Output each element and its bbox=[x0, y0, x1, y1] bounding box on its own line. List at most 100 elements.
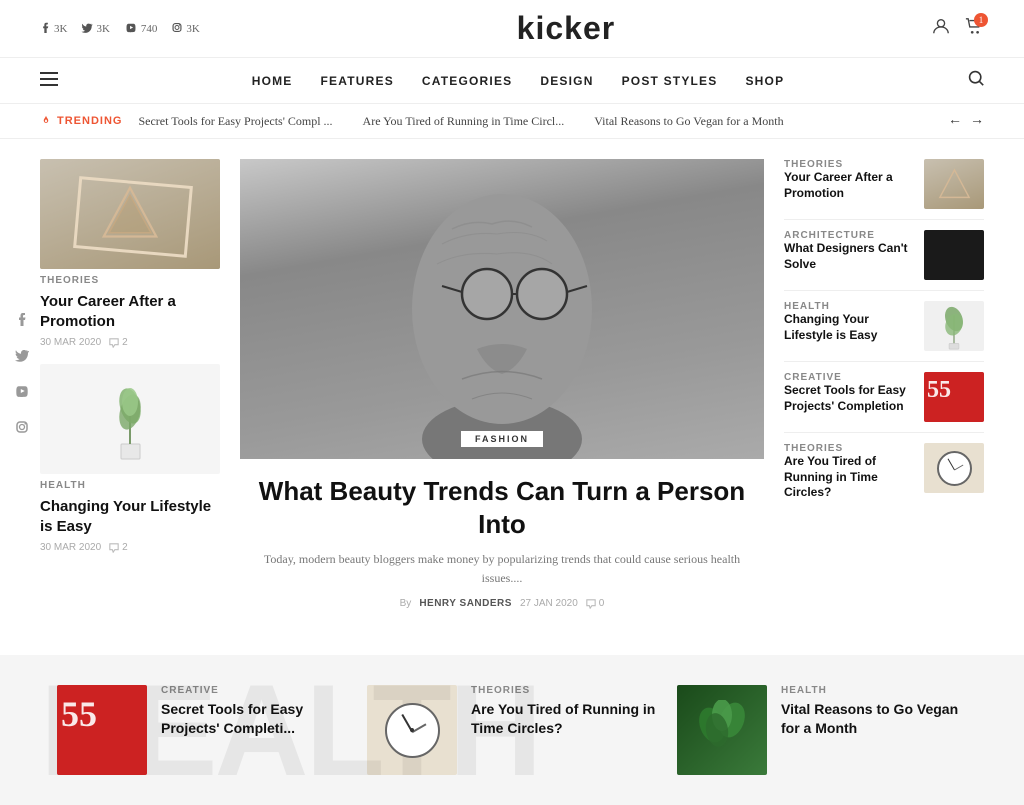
user-icon[interactable] bbox=[932, 17, 950, 40]
hero-person-graphic bbox=[332, 159, 672, 459]
floating-twitter-icon[interactable] bbox=[10, 343, 34, 367]
right-article-4-title[interactable]: Are You Tired of Running in Time Circles… bbox=[784, 454, 914, 501]
hero-comments: 0 bbox=[586, 598, 605, 609]
fire-icon bbox=[40, 115, 52, 127]
trending-label: TRENDING bbox=[40, 115, 122, 127]
bottom-section: HEALTH 55 CREATIVE Secret Tools for Easy… bbox=[0, 655, 1024, 805]
left-article-1-category: HEALTH bbox=[40, 480, 220, 491]
floating-instagram-icon[interactable] bbox=[10, 415, 34, 439]
nav-categories[interactable]: CATEGORIES bbox=[422, 74, 512, 88]
right-article-3-info: CREATIVE Secret Tools for Easy Projects'… bbox=[784, 372, 914, 414]
right-article-3-category: CREATIVE bbox=[784, 372, 914, 383]
left-article-0-category: THEORIES bbox=[40, 275, 220, 286]
bottom-card-1-image[interactable] bbox=[367, 685, 457, 775]
trending-next-button[interactable]: → bbox=[970, 113, 984, 129]
hero-author-line: By HENRY SANDERS 27 JAN 2020 0 bbox=[250, 598, 754, 609]
left-article-0-date: 30 MAR 2020 bbox=[40, 337, 101, 348]
bottom-card-2-image[interactable] bbox=[677, 685, 767, 775]
right-article-1-category: ARCHITECTURE bbox=[784, 230, 914, 241]
bottom-card-1-info: THEORIES Are You Tired of Running in Tim… bbox=[471, 685, 657, 736]
nav-features[interactable]: FEATURES bbox=[321, 74, 394, 88]
top-bar: 3K 3K 740 3K kicker 1 bbox=[0, 0, 1024, 58]
right-column: THEORIES Your Career After a Promotion A… bbox=[784, 159, 984, 625]
trending-item-0[interactable]: Secret Tools for Easy Projects' Compl ..… bbox=[138, 114, 332, 129]
comment-icon-1: 2 bbox=[109, 542, 128, 553]
hero-title[interactable]: What Beauty Trends Can Turn a Person Int… bbox=[250, 475, 754, 540]
right-article-2-thumb[interactable] bbox=[924, 301, 984, 351]
facebook-social[interactable]: 3K bbox=[40, 22, 67, 36]
hero-excerpt: Today, modern beauty bloggers make money… bbox=[250, 550, 754, 588]
youtube-social[interactable]: 740 bbox=[124, 22, 158, 36]
right-article-0-info: THEORIES Your Career After a Promotion bbox=[784, 159, 914, 201]
right-article-0-thumb[interactable] bbox=[924, 159, 984, 209]
bottom-card-1-category: THEORIES bbox=[471, 685, 657, 696]
comment-icon-0: 2 bbox=[109, 337, 128, 348]
site-logo[interactable]: kicker bbox=[517, 10, 616, 47]
hero-image[interactable]: FASHION bbox=[240, 159, 764, 459]
trending-bar: TRENDING Secret Tools for Easy Projects'… bbox=[0, 104, 1024, 139]
trending-item-2[interactable]: Vital Reasons to Go Vegan for a Month bbox=[594, 114, 783, 129]
cart-icon-wrapper[interactable]: 1 bbox=[964, 17, 984, 40]
center-column: FASHION What Beauty Trends Can Turn a Pe… bbox=[240, 159, 764, 625]
twitter-social[interactable]: 3K bbox=[81, 22, 109, 36]
nav-post-styles[interactable]: POST STYLES bbox=[622, 74, 718, 88]
right-article-4: THEORIES Are You Tired of Running in Tim… bbox=[784, 433, 984, 511]
bottom-card-2: HEALTH Vital Reasons to Go Vegan for a M… bbox=[677, 685, 967, 775]
floating-youtube-icon[interactable] bbox=[10, 379, 34, 403]
right-article-2-info: HEALTH Changing Your Lifestyle is Easy bbox=[784, 301, 914, 343]
instagram-social[interactable]: 3K bbox=[171, 22, 199, 36]
floating-facebook-icon[interactable] bbox=[10, 307, 34, 331]
bottom-card-0-image[interactable]: 55 bbox=[57, 685, 147, 775]
left-article-1-meta: 30 MAR 2020 2 bbox=[40, 542, 220, 553]
nav-home[interactable]: HOME bbox=[252, 74, 293, 88]
hero-text-section: What Beauty Trends Can Turn a Person Int… bbox=[240, 459, 764, 625]
left-article-0-title[interactable]: Your Career After a Promotion bbox=[40, 292, 220, 331]
bottom-card-0-title[interactable]: Secret Tools for Easy Projects' Completi… bbox=[161, 700, 347, 736]
youtube-icon bbox=[124, 22, 138, 36]
trending-items-list: Secret Tools for Easy Projects' Compl ..… bbox=[138, 114, 932, 129]
right-article-1-thumb[interactable] bbox=[924, 230, 984, 280]
trending-prev-button[interactable]: ← bbox=[948, 113, 962, 129]
right-article-1: ARCHITECTURE What Designers Can't Solve bbox=[784, 220, 984, 291]
navigation-bar: HOME FEATURES CATEGORIES DESIGN POST STY… bbox=[0, 58, 1024, 104]
bottom-card-2-info: HEALTH Vital Reasons to Go Vegan for a M… bbox=[781, 685, 967, 736]
left-article-1-image[interactable] bbox=[40, 364, 220, 474]
facebook-count: 3K bbox=[54, 23, 67, 35]
bottom-cards-wrapper: HEALTH 55 CREATIVE Secret Tools for Easy… bbox=[40, 685, 984, 775]
twitter-icon bbox=[81, 22, 93, 36]
right-article-3-thumb[interactable]: 55 bbox=[924, 372, 984, 422]
bottom-card-0-info: CREATIVE Secret Tools for Easy Projects'… bbox=[161, 685, 347, 736]
nav-design[interactable]: DESIGN bbox=[540, 74, 593, 88]
left-article-1: HEALTH Changing Your Lifestyle is Easy 3… bbox=[40, 364, 220, 553]
right-article-3-title[interactable]: Secret Tools for Easy Projects' Completi… bbox=[784, 383, 914, 414]
twitter-count: 3K bbox=[96, 23, 109, 35]
triangle-graphic bbox=[100, 184, 160, 244]
trending-item-1[interactable]: Are You Tired of Running in Time Circl..… bbox=[363, 114, 565, 129]
right-article-0-title[interactable]: Your Career After a Promotion bbox=[784, 170, 914, 201]
left-article-1-title[interactable]: Changing Your Lifestyle is Easy bbox=[40, 497, 220, 536]
right-article-2: HEALTH Changing Your Lifestyle is Easy bbox=[784, 291, 984, 362]
plant-graphic bbox=[103, 374, 158, 464]
youtube-count: 740 bbox=[141, 23, 158, 35]
right-article-2-title[interactable]: Changing Your Lifestyle is Easy bbox=[784, 312, 914, 343]
left-article-1-date: 30 MAR 2020 bbox=[40, 542, 101, 553]
left-article-0: THEORIES Your Career After a Promotion 3… bbox=[40, 159, 220, 348]
right-article-0: THEORIES Your Career After a Promotion bbox=[784, 159, 984, 220]
search-button[interactable] bbox=[968, 70, 984, 91]
main-content-area: THEORIES Your Career After a Promotion 3… bbox=[0, 139, 1024, 645]
right-article-0-category: THEORIES bbox=[784, 159, 914, 170]
bottom-card-1: THEORIES Are You Tired of Running in Tim… bbox=[367, 685, 657, 775]
bottom-card-1-title[interactable]: Are You Tired of Running in Time Circles… bbox=[471, 700, 657, 736]
right-article-3: CREATIVE Secret Tools for Easy Projects'… bbox=[784, 362, 984, 433]
hero-author-name[interactable]: HENRY SANDERS bbox=[419, 598, 512, 609]
right-article-4-thumb[interactable] bbox=[924, 443, 984, 493]
right-article-1-info: ARCHITECTURE What Designers Can't Solve bbox=[784, 230, 914, 272]
social-links: 3K 3K 740 3K bbox=[40, 22, 200, 36]
nav-shop[interactable]: SHOP bbox=[745, 74, 784, 88]
trending-navigation: ← → bbox=[948, 113, 984, 129]
hamburger-menu-button[interactable] bbox=[40, 70, 58, 91]
right-article-1-title[interactable]: What Designers Can't Solve bbox=[784, 241, 914, 272]
bottom-card-2-title[interactable]: Vital Reasons to Go Vegan for a Month bbox=[781, 700, 967, 736]
hero-date: 27 JAN 2020 bbox=[520, 598, 578, 609]
left-article-0-image[interactable] bbox=[40, 159, 220, 269]
